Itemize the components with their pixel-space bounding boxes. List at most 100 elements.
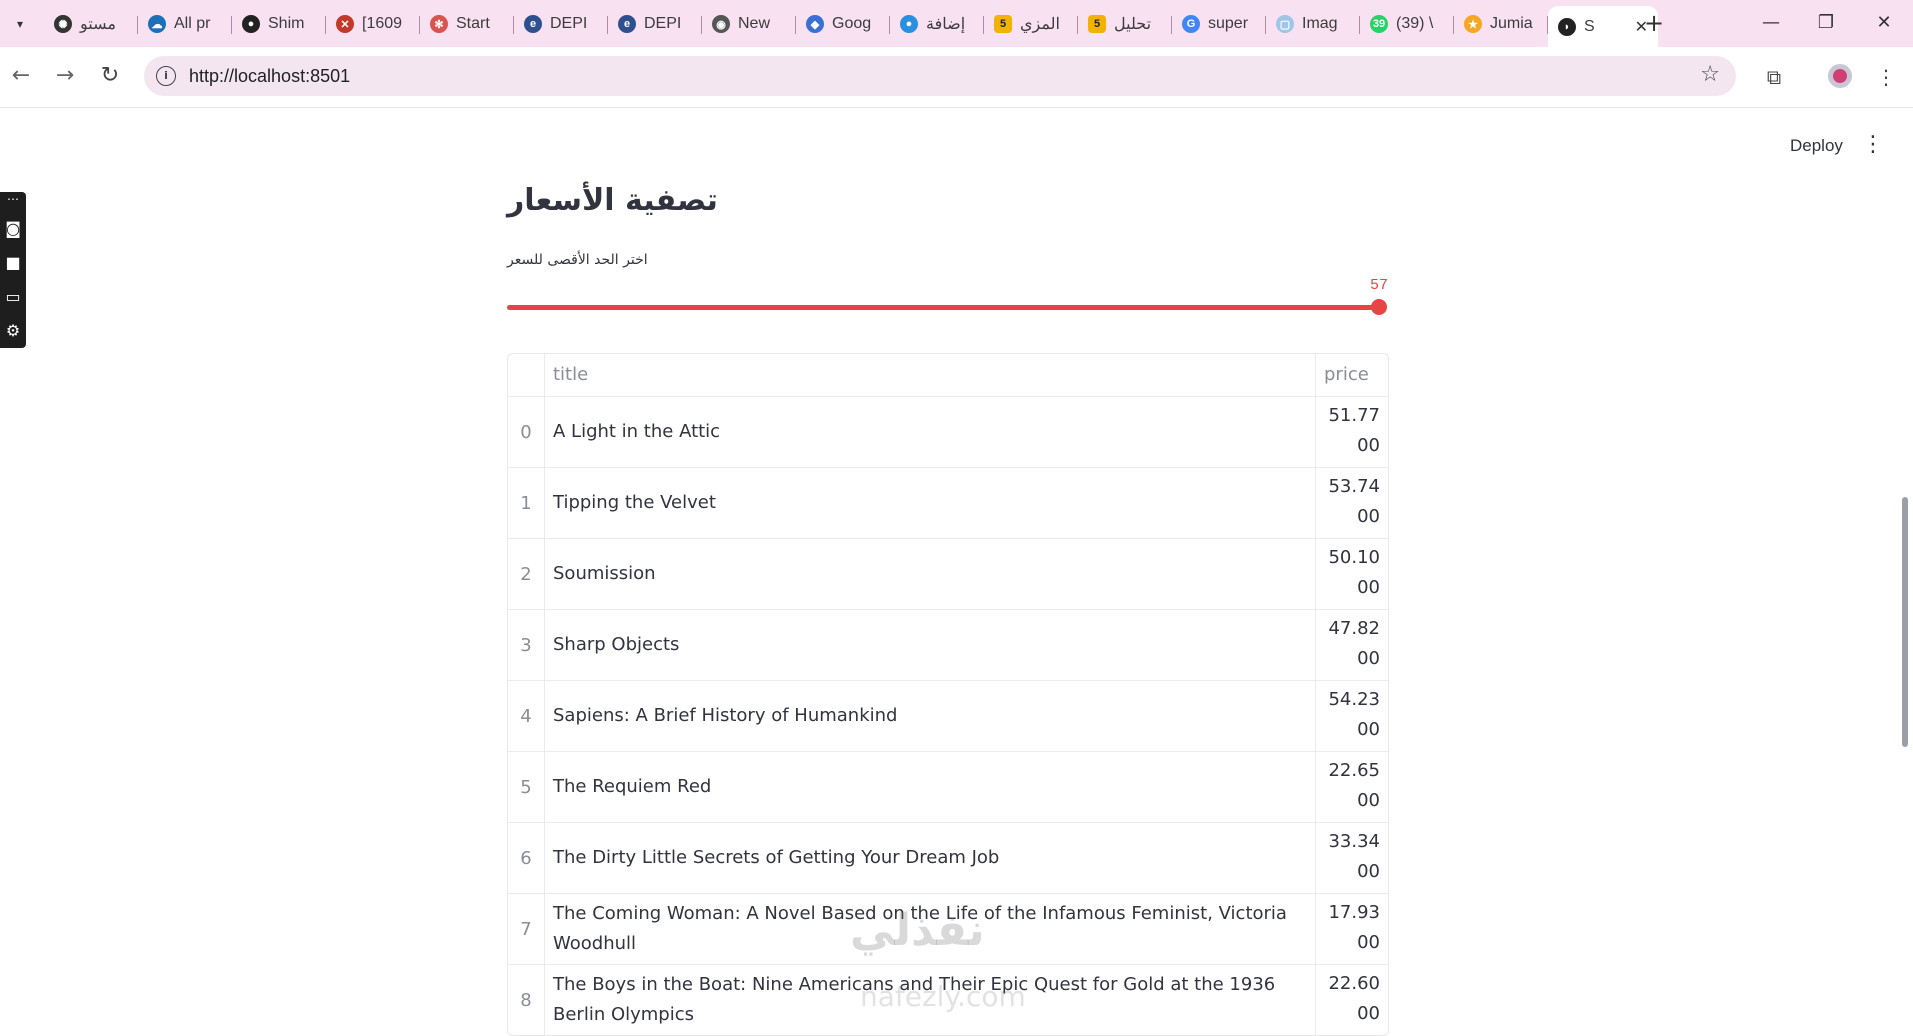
page-scrollbar[interactable] — [1902, 497, 1908, 747]
extensions-icon[interactable]: ⧉ — [1760, 63, 1788, 91]
tab-search-button[interactable]: ▾ — [8, 12, 32, 36]
cell-title[interactable]: A Light in the Attic — [545, 397, 1316, 467]
tab-label: المزي — [1020, 16, 1060, 33]
salesforce-icon: ☁ — [148, 15, 166, 33]
browser-tab[interactable]: 39 (39) \ — [1360, 6, 1454, 42]
cell-title[interactable]: The Requiem Red — [545, 752, 1316, 822]
camera-icon[interactable]: ◙ — [0, 212, 26, 246]
cell-title[interactable]: Tipping the Velvet — [545, 468, 1316, 538]
address-bar[interactable]: i http://localhost:8501 ☆ — [144, 56, 1736, 96]
tab-label: S — [1584, 17, 1595, 35]
browser-tab[interactable]: ✻ Start — [420, 6, 514, 42]
table-row[interactable]: 1 Tipping the Velvet 53.7400 — [508, 467, 1388, 538]
browser-tab[interactable]: 5 المزي — [984, 6, 1078, 42]
column-header-title[interactable]: title — [545, 354, 1316, 396]
browser-tab[interactable]: ● Shim — [232, 6, 326, 42]
cell-title[interactable]: Sapiens: A Brief History of Humankind — [545, 681, 1316, 751]
profile-avatar[interactable] — [1828, 64, 1852, 88]
restore-button[interactable]: ❐ — [1803, 8, 1849, 38]
row-index: 6 — [508, 823, 545, 893]
app-menu-icon[interactable]: ⋮ — [1862, 134, 1884, 156]
browser-tab[interactable]: e DEPI — [608, 6, 702, 42]
cell-title[interactable]: Soumission — [545, 539, 1316, 609]
browser-tab[interactable]: ✕ [1609 — [326, 6, 420, 42]
cell-price[interactable]: 51.7700 — [1316, 397, 1388, 467]
tabs-container: ✺ مستو ☁ All pr ● Shim ✕ [1609 ✻ Start e DEPI e DEPI ◉… — [44, 6, 1658, 47]
table-row[interactable]: 6 The Dirty Little Secrets of Getting You… — [508, 822, 1388, 893]
tab-label: إضافة — [926, 16, 966, 33]
close-window-button[interactable]: ✕ — [1861, 8, 1907, 38]
slider-value: 57 — [1369, 277, 1388, 294]
circle-icon: ● — [900, 15, 918, 33]
browser-tab[interactable]: ● إضافة — [890, 6, 984, 42]
cell-price[interactable]: 54.2300 — [1316, 681, 1388, 751]
window-icon[interactable]: ▭ — [0, 280, 26, 314]
tab-label: Goog — [832, 15, 872, 32]
browser-tab[interactable]: ▢ Imag — [1266, 6, 1360, 42]
star-icon: ★ — [1464, 15, 1482, 33]
minimize-button[interactable]: — — [1748, 8, 1794, 38]
tab-label: DEPI — [644, 15, 682, 32]
new-tab-button[interactable]: + — [1640, 10, 1668, 38]
tab-label: Imag — [1302, 15, 1338, 32]
browser-tab[interactable]: ◉ New — [702, 6, 796, 42]
table-row[interactable]: 5 The Requiem Red 22.6500 — [508, 751, 1388, 822]
cell-price[interactable]: 53.7400 — [1316, 468, 1388, 538]
more-icon[interactable]: ⋯ — [0, 192, 26, 212]
row-index: 4 — [508, 681, 545, 751]
github-icon: ● — [242, 15, 260, 33]
table-row[interactable]: 3 Sharp Objects 47.8200 — [508, 609, 1388, 680]
table-row[interactable]: 0A Light in the Attic 51.7700 — [508, 396, 1388, 467]
gemini-icon: ◆ — [806, 15, 824, 33]
browser-toolbar: ← → ↻ i http://localhost:8501 ☆ ⧉ ⋮ — [0, 47, 1913, 108]
page-title: تصفية الأسعار — [507, 183, 718, 218]
cell-price[interactable]: 33.3400 — [1316, 823, 1388, 893]
site-info-icon[interactable]: i — [156, 66, 176, 86]
deploy-button[interactable]: Deploy — [1790, 136, 1843, 156]
back-button[interactable]: ← — [8, 63, 34, 89]
side-toolbar: ⋯ ◙ ■ ▭ ⚙ — [0, 192, 26, 348]
reload-button[interactable]: ↻ — [97, 63, 123, 89]
row-index: 5 — [508, 752, 545, 822]
table-row[interactable]: 4 Sapiens: A Brief History of Humankind 54… — [508, 680, 1388, 751]
forward-button[interactable]: → — [52, 63, 78, 89]
tab-label: Jumia — [1490, 15, 1533, 32]
settings-gear-icon[interactable]: ⚙ — [0, 314, 26, 348]
x-icon: ✕ — [336, 15, 354, 33]
cell-price[interactable]: 50.1000 — [1316, 539, 1388, 609]
bookmark-star-icon[interactable]: ☆ — [1700, 62, 1720, 87]
tab-strip: ▾ ✺ مستو ☁ All pr ● Shim ✕ [1609 ✻ Start e DEPI e DEP… — [0, 0, 1913, 47]
browser-tab[interactable]: ◆ Goog — [796, 6, 890, 42]
cell-title[interactable]: Sharp Objects — [545, 610, 1316, 680]
cell-price[interactable]: 22.6500 — [1316, 752, 1388, 822]
cell-price[interactable]: 17.9300 — [1316, 894, 1388, 964]
tab-label: مستو — [80, 16, 116, 33]
figma-icon: ✻ — [430, 15, 448, 33]
cell-title[interactable]: The Dirty Little Secrets of Getting Your… — [545, 823, 1316, 893]
price-slider-track[interactable] — [507, 305, 1379, 310]
browser-menu-icon[interactable]: ⋮ — [1872, 63, 1900, 91]
tab-label: All pr — [174, 15, 211, 32]
row-index: 2 — [508, 539, 545, 609]
tab-label: super — [1208, 15, 1249, 32]
browser-tab[interactable]: ☁ All pr — [138, 6, 232, 42]
browser-tab[interactable]: ✺ مستو — [44, 6, 138, 42]
row-index: 1 — [508, 468, 545, 538]
streamlit-icon: ◗ — [1558, 17, 1576, 36]
five-badge-icon: 5 — [1088, 15, 1106, 33]
watermark-logo: نفذلي — [850, 905, 985, 956]
cell-price[interactable]: 22.6000 — [1316, 965, 1388, 1035]
browser-tab[interactable]: ★ Jumia — [1454, 6, 1548, 42]
browser-tab[interactable]: 5 تحليل — [1078, 6, 1172, 42]
column-header-price[interactable]: price — [1316, 354, 1388, 396]
tab-label: New — [738, 15, 771, 32]
browser-tab[interactable]: Gsuper — [1172, 6, 1266, 42]
price-slider-thumb[interactable] — [1371, 299, 1387, 315]
browser-tab[interactable]: e DEPI — [514, 6, 608, 42]
tab-label: Shim — [268, 15, 305, 32]
row-index: 3 — [508, 610, 545, 680]
cell-price[interactable]: 47.8200 — [1316, 610, 1388, 680]
url-text[interactable]: http://localhost:8501 — [189, 66, 350, 87]
table-row[interactable]: 2 Soumission 50.1000 — [508, 538, 1388, 609]
video-icon[interactable]: ■ — [0, 246, 26, 280]
